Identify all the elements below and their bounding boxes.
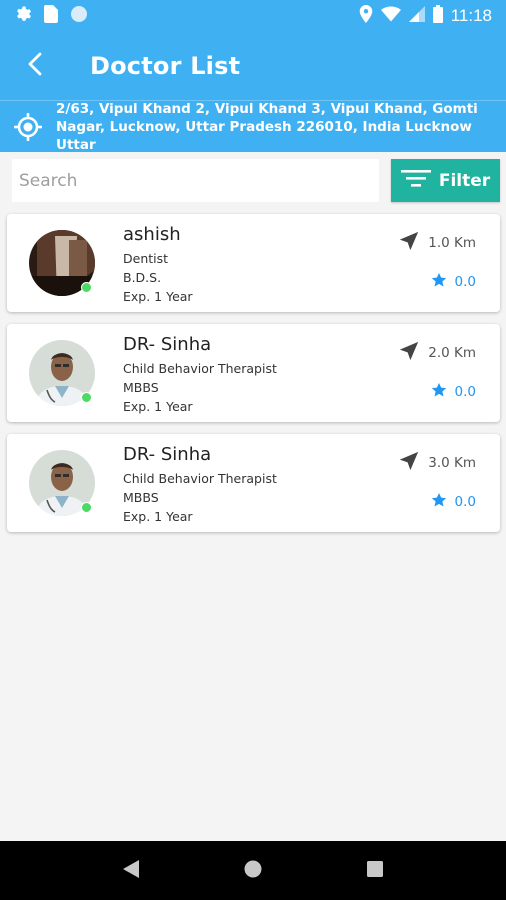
clock-time: 11:18 [450,6,492,25]
doctor-experience: Exp. 1 Year [123,399,193,414]
doctor-name: DR- Sinha [123,334,212,355]
distance-value: 2.0 Km [428,345,476,361]
doctor-degree: B.D.S. [123,270,162,285]
back-arrow-icon [27,52,43,80]
signal-icon [408,6,425,26]
distance-value: 1.0 Km [428,235,476,251]
rating: 0.0 [431,272,476,292]
back-triangle-icon [123,859,139,882]
doctor-specialty: Child Behavior Therapist [123,471,277,486]
rating-value: 0.0 [454,494,476,510]
home-circle-icon [244,860,262,882]
doctor-card[interactable]: DR- Sinha Child Behavior Therapist MBBS … [7,324,500,422]
rating-value: 0.0 [454,384,476,400]
current-location-bar[interactable]: 2/63, Vipul Khand 2, Vipul Khand 3, Vipu… [0,100,506,153]
navigation-arrow-icon [398,340,420,366]
settings-icon [14,5,32,27]
doctor-degree: MBBS [123,380,159,395]
rating-value: 0.0 [454,274,476,290]
circle-icon [70,5,88,27]
filter-label: Filter [438,170,491,191]
page-title: Doctor List [90,52,241,80]
wifi-icon [380,6,401,26]
distance: 1.0 Km [398,230,476,256]
doctor-specialty: Dentist [123,251,169,266]
rating: 0.0 [431,492,476,512]
navigation-arrow-icon [398,230,420,256]
distance: 2.0 Km [398,340,476,366]
nav-back-button[interactable] [106,846,156,896]
filter-button[interactable]: Filter [391,159,500,202]
status-bar: 11:18 [0,0,506,32]
location-icon [359,5,373,27]
doctor-card[interactable]: ashish Dentist B.D.S. Exp. 1 Year 1.0 Km… [7,214,500,312]
online-status-dot [81,502,92,513]
distance-value: 3.0 Km [428,455,476,471]
doctor-name: DR- Sinha [123,444,212,465]
system-nav-bar [0,841,506,900]
address-text: 2/63, Vipul Khand 2, Vipul Khand 3, Vipu… [56,100,478,153]
search-input[interactable] [12,159,379,202]
star-icon [431,492,447,512]
star-icon [431,382,447,402]
nav-recents-button[interactable] [350,846,400,896]
distance: 3.0 Km [398,450,476,476]
my-location-icon [0,112,56,142]
doctor-card[interactable]: DR- Sinha Child Behavior Therapist MBBS … [7,434,500,532]
doctor-experience: Exp. 1 Year [123,509,193,524]
online-status-dot [81,392,92,403]
star-icon [431,272,447,292]
doctor-list: ashish Dentist B.D.S. Exp. 1 Year 1.0 Km… [7,214,500,544]
doctor-degree: MBBS [123,490,159,505]
app-bar: Doctor List [0,32,506,100]
doctor-experience: Exp. 1 Year [123,289,193,304]
sim-card-icon [44,5,58,27]
filter-lines-icon [400,168,431,193]
nav-home-button[interactable] [228,846,278,896]
doctor-specialty: Child Behavior Therapist [123,361,277,376]
battery-icon [432,5,443,27]
recents-square-icon [367,860,383,881]
doctor-name: ashish [123,224,181,245]
search-row: Filter [12,159,500,202]
online-status-dot [81,282,92,293]
navigation-arrow-icon [398,450,420,476]
back-button[interactable] [0,32,70,100]
rating: 0.0 [431,382,476,402]
